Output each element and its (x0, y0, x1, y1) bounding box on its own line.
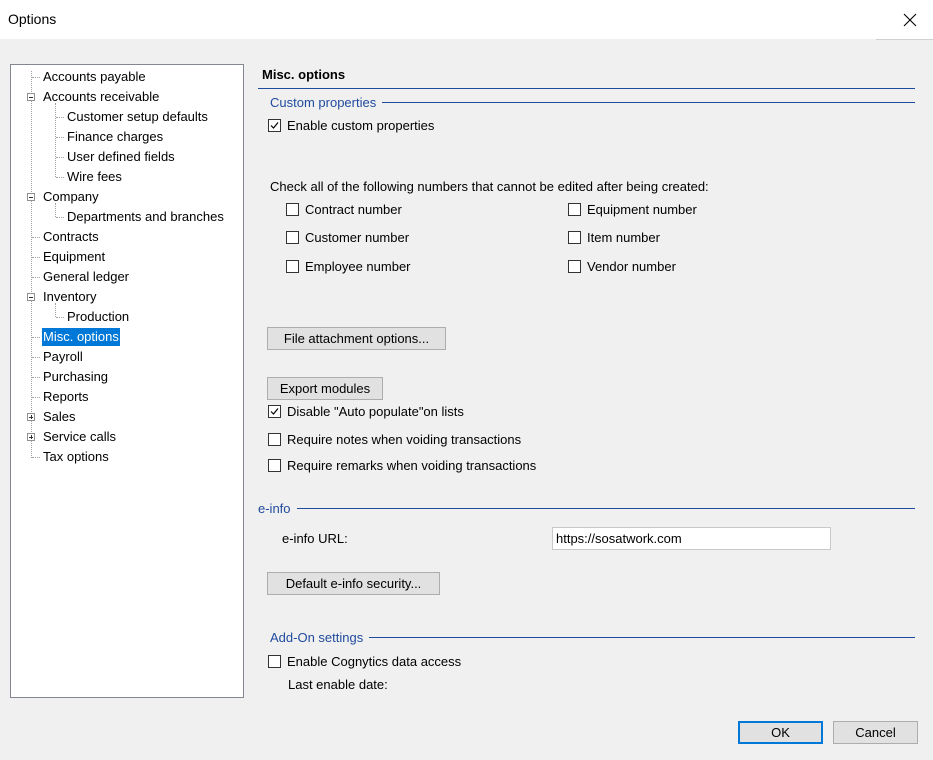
checkbox-box (568, 260, 581, 273)
checkbox-box (268, 459, 281, 472)
tree-item-reports[interactable]: Reports (42, 388, 90, 406)
checkbox-box (268, 433, 281, 446)
tree-item-accounts-payable[interactable]: Accounts payable (42, 68, 147, 86)
tree-hline (56, 177, 64, 178)
checkmark-icon (270, 122, 279, 129)
enable-cognytics-checkbox[interactable]: Enable Cognytics data access (268, 654, 461, 669)
tree-item-departments-branches[interactable]: Departments and branches (66, 208, 225, 226)
file-attachment-options-button[interactable]: File attachment options... (267, 327, 446, 350)
tree-hline (32, 377, 40, 378)
checkbox-box (286, 231, 299, 244)
tree-hline (32, 397, 40, 398)
tree-ar-line (55, 103, 56, 177)
title-divider (876, 39, 933, 40)
tree-hline (56, 317, 64, 318)
checkbox-label: Equipment number (587, 202, 697, 217)
tree-hline (32, 237, 40, 238)
tree-item-company[interactable]: Company (42, 188, 100, 206)
tree-item-finance-charges[interactable]: Finance charges (66, 128, 164, 146)
checkbox-label: Customer number (305, 230, 410, 245)
einfo-label: e-info (258, 501, 297, 516)
tree-item-misc-options[interactable]: Misc. options (42, 328, 120, 346)
expand-icon[interactable] (27, 433, 35, 441)
enable-custom-properties-checkbox[interactable]: Enable custom properties (268, 118, 434, 133)
panel-title: Misc. options (262, 67, 346, 82)
checkbox-label: Vendor number (587, 259, 676, 274)
tree-hline (32, 337, 40, 338)
tree-hline (56, 137, 64, 138)
collapse-icon[interactable] (27, 293, 35, 301)
tree-hline (32, 257, 40, 258)
checkbox-box (268, 119, 281, 132)
title-bar: Options (0, 0, 933, 40)
collapse-icon[interactable] (27, 193, 35, 201)
non-editable-prompt: Check all of the following numbers that … (270, 179, 709, 194)
vendor-number-checkbox[interactable]: Vendor number (568, 259, 676, 274)
panel-title-rule (258, 88, 915, 89)
tree-item-purchasing[interactable]: Purchasing (42, 368, 109, 386)
checkbox-label: Enable Cognytics data access (287, 654, 462, 669)
einfo-url-label: e-info URL: (282, 531, 348, 546)
window-title: Options (8, 11, 57, 27)
checkbox-label: Require remarks when voiding transaction… (287, 458, 537, 473)
require-notes-checkbox[interactable]: Require notes when voiding transactions (268, 432, 521, 447)
checkbox-box (268, 655, 281, 668)
checkmark-icon (270, 408, 279, 415)
checkbox-box (286, 260, 299, 273)
employee-number-checkbox[interactable]: Employee number (286, 259, 411, 274)
checkbox-box (568, 203, 581, 216)
tree-hline (56, 217, 64, 218)
tree-item-sales[interactable]: Sales (42, 408, 77, 426)
tree-item-customer-setup-defaults[interactable]: Customer setup defaults (66, 108, 209, 126)
tree-item-tax-options[interactable]: Tax options (42, 448, 110, 466)
tree-item-wire-fees[interactable]: Wire fees (66, 168, 123, 186)
checkbox-label: Contract number (305, 202, 402, 217)
tree-item-general-ledger[interactable]: General ledger (42, 268, 130, 286)
tree-item-production[interactable]: Production (66, 308, 130, 326)
item-number-checkbox[interactable]: Item number (568, 230, 660, 245)
tree-item-payroll[interactable]: Payroll (42, 348, 84, 366)
checkbox-box (568, 231, 581, 244)
checkbox-label: Require notes when voiding transactions (287, 432, 522, 447)
customer-number-checkbox[interactable]: Customer number (286, 230, 409, 245)
tree-item-service-calls[interactable]: Service calls (42, 428, 117, 446)
require-remarks-checkbox[interactable]: Require remarks when voiding transaction… (268, 458, 536, 473)
options-tree[interactable]: Accounts payable Accounts receivable Cus… (10, 64, 244, 698)
checkbox-label: Item number (587, 230, 660, 245)
tree-item-accounts-receivable[interactable]: Accounts receivable (42, 88, 160, 106)
close-button[interactable] (887, 0, 933, 39)
checkbox-label: Disable "Auto populate"on lists (287, 404, 464, 419)
tree-hline (32, 357, 40, 358)
tree-item-equipment[interactable]: Equipment (42, 248, 106, 266)
einfo-url-input[interactable]: https://sosatwork.com (552, 527, 831, 550)
tree-hline (32, 77, 40, 78)
close-icon (903, 13, 917, 26)
contract-number-checkbox[interactable]: Contract number (286, 202, 402, 217)
export-modules-button[interactable]: Export modules (267, 377, 383, 400)
cancel-button[interactable]: Cancel (833, 721, 918, 744)
ok-button[interactable]: OK (738, 721, 823, 744)
checkbox-box (286, 203, 299, 216)
tree-root-line (31, 71, 32, 458)
checkbox-label: Enable custom properties (287, 118, 435, 133)
expand-icon[interactable] (27, 413, 35, 421)
collapse-icon[interactable] (27, 93, 35, 101)
last-enable-date-label: Last enable date: (288, 677, 388, 692)
tree-item-user-defined-fields[interactable]: User defined fields (66, 148, 176, 166)
checkbox-box (268, 405, 281, 418)
tree-item-contracts[interactable]: Contracts (42, 228, 100, 246)
custom-properties-label: Custom properties (270, 95, 383, 110)
equipment-number-checkbox[interactable]: Equipment number (568, 202, 697, 217)
tree-hline (56, 117, 64, 118)
tree-hline (32, 457, 40, 458)
default-einfo-security-button[interactable]: Default e-info security... (267, 572, 440, 595)
tree-hline (32, 277, 40, 278)
addon-label: Add-On settings (270, 630, 370, 645)
tree-hline (56, 157, 64, 158)
tree-item-inventory[interactable]: Inventory (42, 288, 97, 306)
checkbox-label: Employee number (305, 259, 411, 274)
einfo-rule (258, 508, 915, 509)
disable-auto-populate-checkbox[interactable]: Disable "Auto populate"on lists (268, 404, 464, 419)
